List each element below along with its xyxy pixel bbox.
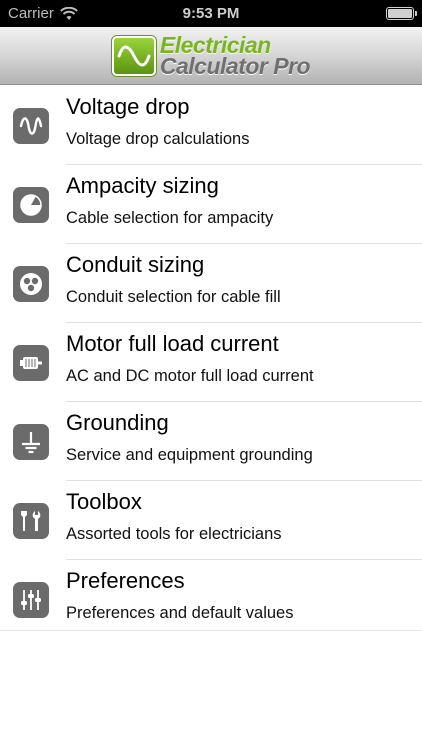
- menu-item-subtitle: Conduit selection for cable fill: [66, 288, 281, 306]
- motor-icon: [13, 345, 49, 381]
- menu-item-title: Preferences: [66, 568, 185, 593]
- carrier-label: Carrier: [8, 5, 54, 22]
- menu-item-voltage-drop[interactable]: Voltage drop Voltage drop calculations: [0, 86, 422, 165]
- menu-item-motor-full-load-current[interactable]: Motor full load current AC and DC motor …: [0, 323, 422, 402]
- menu-item-subtitle: AC and DC motor full load current: [66, 367, 314, 385]
- menu-item-title: Conduit sizing: [66, 252, 205, 277]
- logo-badge: [111, 35, 156, 76]
- menu-item-subtitle: Service and equipment grounding: [66, 446, 313, 464]
- status-bar: Carrier 9:53 PM: [0, 0, 422, 27]
- menu-item-subtitle: Assorted tools for electricians: [66, 525, 282, 543]
- battery-icon: [386, 7, 417, 20]
- tools-icon: [13, 503, 49, 539]
- menu-item-subtitle: Voltage drop calculations: [66, 130, 250, 148]
- menu-item-ampacity-sizing[interactable]: Ampacity sizing Cable selection for ampa…: [0, 165, 422, 244]
- status-left: Carrier: [8, 5, 78, 22]
- sliders-icon: [13, 582, 49, 618]
- menu-item-title: Voltage drop: [66, 94, 190, 119]
- menu-item-preferences[interactable]: Preferences Preferences and default valu…: [0, 560, 422, 639]
- main-menu: Voltage drop Voltage drop calculations A…: [0, 86, 422, 631]
- menu-item-toolbox[interactable]: Toolbox Assorted tools for electricians: [0, 481, 422, 560]
- app-logo: Electrician Calculator Pro: [111, 33, 311, 79]
- sine-wave-icon: [13, 108, 49, 144]
- wifi-icon: [59, 6, 78, 20]
- menu-item-subtitle: Preferences and default values: [66, 604, 294, 622]
- app-header: Electrician Calculator Pro: [0, 27, 422, 85]
- menu-item-title: Motor full load current: [66, 331, 279, 356]
- menu-item-subtitle: Cable selection for ampacity: [66, 209, 274, 227]
- cable-cross-section-icon: [13, 187, 49, 223]
- logo-line2: Calculator Pro: [159, 52, 311, 79]
- menu-item-title: Toolbox: [66, 489, 142, 514]
- logo-sine-icon: [117, 45, 151, 66]
- conduit-icon: [13, 266, 49, 302]
- menu-item-title: Grounding: [66, 410, 169, 435]
- menu-item-conduit-sizing[interactable]: Conduit sizing Conduit selection for cab…: [0, 244, 422, 323]
- menu-item-grounding[interactable]: Grounding Service and equipment groundin…: [0, 402, 422, 481]
- logo-text: Electrician Calculator Pro: [159, 33, 311, 79]
- ground-icon: [13, 424, 49, 460]
- menu-item-title: Ampacity sizing: [66, 173, 219, 198]
- battery-fill: [388, 9, 412, 18]
